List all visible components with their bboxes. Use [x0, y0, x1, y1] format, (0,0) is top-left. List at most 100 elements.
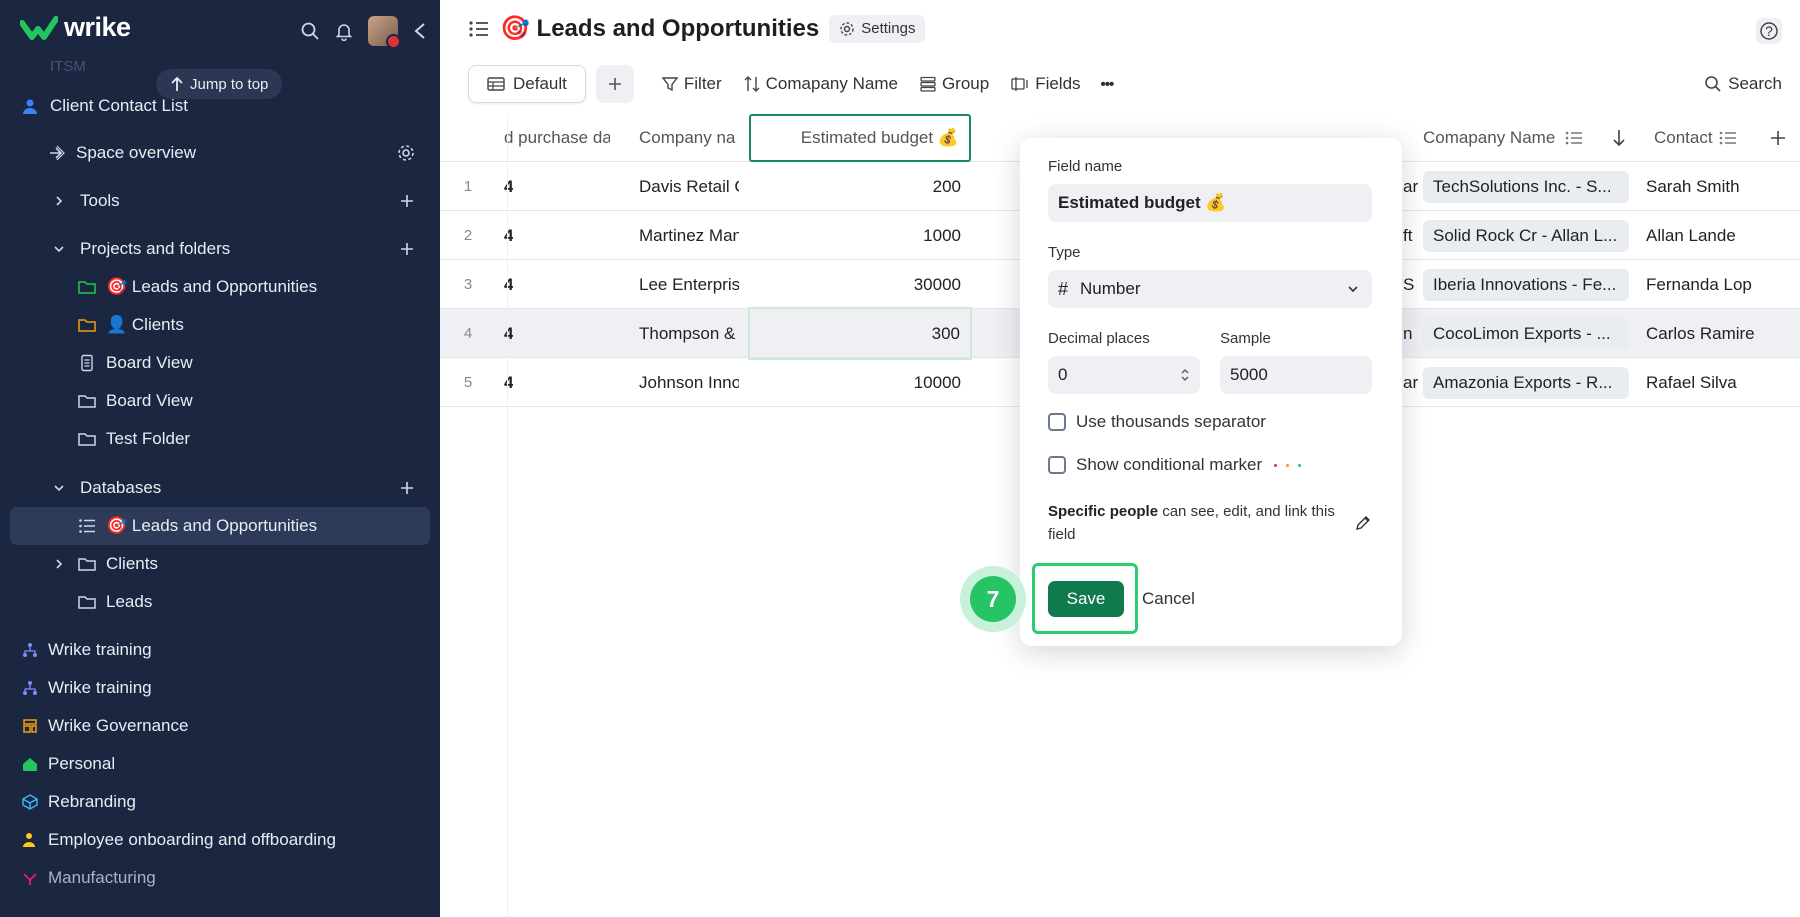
default-view-button[interactable]: Default [468, 65, 586, 103]
sidebar-project-leads[interactable]: 🎯 Leads and Opportunities [78, 268, 317, 306]
save-button[interactable]: Save [1048, 581, 1124, 617]
header-purchase-date[interactable]: d purchase dat [504, 114, 610, 162]
sidebar-space-rebranding[interactable]: Rebranding [22, 783, 136, 821]
thousands-separator-checkbox[interactable]: Use thousands separator [1048, 412, 1266, 432]
add-icon[interactable] [400, 481, 414, 495]
budget-cell[interactable]: 10000 [749, 358, 961, 407]
add-view-button[interactable] [595, 65, 634, 103]
field-name-input[interactable]: Estimated budget 💰 [1048, 184, 1372, 222]
sidebar-space-client-contact-list[interactable]: Client Contact List [22, 87, 188, 125]
sidebar-space-wrike-training-1[interactable]: Wrike training [22, 631, 152, 669]
company-ref-chip[interactable]: Amazonia Exports - R... [1423, 366, 1629, 399]
company-ref-chip[interactable]: Solid Rock Cr - Allan L... [1423, 219, 1629, 252]
company-cell[interactable]: Lee Enterprise [639, 260, 739, 309]
wrike-logo[interactable]: wrike [20, 12, 131, 43]
group-icon [920, 76, 936, 92]
permission-note: Specific people can see, edit, and link … [1048, 500, 1348, 546]
thousands-separator-label: Use thousands separator [1076, 412, 1266, 431]
pencil-icon[interactable] [1354, 514, 1372, 532]
help-button[interactable]: ? [1756, 18, 1782, 44]
header-company-name[interactable]: Company na [639, 114, 739, 162]
sidebar-item-tools[interactable]: Tools [52, 182, 440, 220]
company-ref-cell[interactable]: TechSolutions Inc. - S... [1423, 162, 1629, 211]
contact-cell[interactable]: Carlos Ramire [1646, 309, 1796, 358]
company-ref-chip[interactable]: TechSolutions Inc. - S... [1423, 170, 1629, 203]
company-ref-cell[interactable]: Iberia Innovations - Fe... [1423, 260, 1629, 309]
sidebar-database-clients[interactable]: Clients [52, 545, 158, 583]
sidebar-space-employee-onboarding[interactable]: Employee onboarding and offboarding [22, 821, 336, 859]
sidebar-item-projects-and-folders[interactable]: Projects and folders [52, 230, 440, 268]
company-ref-chip[interactable]: CocoLimon Exports - ... [1423, 317, 1629, 350]
sidebar-project-board-view-2[interactable]: Board View [78, 382, 193, 420]
gear-icon[interactable] [396, 143, 416, 163]
conditional-marker-checkbox[interactable]: Show conditional marker [1048, 455, 1302, 475]
sort-button[interactable]: Comapany Name [744, 74, 898, 94]
project-item-label: Board View [106, 353, 193, 372]
company-cell[interactable]: Martinez Man [639, 211, 739, 260]
group-button[interactable]: Group [920, 74, 989, 94]
sidebar-project-board-view-1[interactable]: Board View [78, 344, 193, 382]
settings-button[interactable]: Settings [829, 14, 926, 43]
sidebar-project-test-folder[interactable]: Test Folder [78, 420, 190, 458]
search-icon[interactable] [300, 21, 320, 41]
sidebar-item-databases[interactable]: Databases [52, 469, 440, 507]
budget-cell[interactable]: 200 [749, 162, 961, 211]
company-cell[interactable]: Davis Retail G [639, 162, 739, 211]
sidebar-space-personal[interactable]: Personal [22, 745, 115, 783]
project-item-label: Test Folder [106, 429, 191, 448]
chevron-right-icon [56, 196, 63, 206]
space-label: Wrike Governance [48, 716, 189, 735]
sample-field: 5000 [1220, 356, 1372, 394]
header-contact[interactable]: Contact [1654, 114, 1746, 162]
company-cell[interactable]: Thompson & ( [639, 309, 739, 358]
sidebar-database-leads[interactable]: Leads [78, 583, 152, 621]
decimal-places-stepper[interactable]: 0 [1048, 356, 1200, 394]
company-ref-cell[interactable]: Solid Rock Cr - Allan L... [1423, 211, 1629, 260]
more-options-button[interactable]: ••• [1101, 76, 1115, 93]
space-label: Wrike training [48, 678, 152, 697]
sidebar-project-clients[interactable]: 👤 Clients [78, 306, 184, 344]
company-ref-cell[interactable]: CocoLimon Exports - ... [1423, 309, 1629, 358]
company-ref-chip[interactable]: Iberia Innovations - Fe... [1423, 268, 1629, 301]
settings-label: Settings [861, 20, 916, 37]
filter-button[interactable]: Filter [661, 74, 722, 94]
budget-cell[interactable]: 1000 [749, 211, 961, 260]
sidebar: wrike ITSM Jump to top Client Contact Li… [0, 0, 440, 917]
project-item-label: Board View [106, 391, 193, 410]
add-column-button[interactable] [1770, 114, 1794, 162]
plus-icon [1771, 131, 1785, 145]
add-icon[interactable] [400, 194, 414, 208]
user-avatar[interactable] [368, 16, 401, 49]
sidebar-space-manufacturing[interactable]: Manufacturing [22, 859, 156, 897]
arrow-down-icon [1613, 130, 1625, 147]
header-comapany-name-ref[interactable]: Comapany Name [1423, 114, 1585, 162]
contact-cell[interactable]: Sarah Smith [1646, 162, 1796, 211]
chevron-down-icon [54, 246, 64, 253]
collapse-sidebar-icon[interactable] [412, 21, 428, 41]
sidebar-space-wrike-training-2[interactable]: Wrike training [22, 669, 152, 707]
stepper-arrows-icon[interactable] [1180, 367, 1190, 383]
add-icon[interactable] [400, 242, 414, 256]
search-button[interactable]: Search [1704, 74, 1782, 94]
checkbox-box[interactable] [1048, 456, 1066, 474]
sidebar-item-space-overview[interactable]: Space overview [48, 134, 440, 172]
company-cell[interactable]: Johnson Inno [639, 358, 739, 407]
manufacturing-icon [23, 873, 37, 885]
space-overview-icon [50, 145, 65, 161]
tools-label: Tools [80, 191, 120, 210]
contact-cell[interactable]: Rafael Silva [1646, 358, 1796, 407]
checkbox-box[interactable] [1048, 413, 1066, 431]
cancel-button[interactable]: Cancel [1142, 581, 1195, 617]
budget-cell[interactable]: 30000 [749, 260, 961, 309]
bell-icon[interactable] [334, 21, 354, 41]
sort-desc-indicator[interactable] [1612, 114, 1632, 162]
type-select[interactable]: # Number [1048, 270, 1372, 308]
sidebar-database-leads-active[interactable]: 🎯 Leads and Opportunities [78, 507, 317, 545]
company-ref-cell[interactable]: Amazonia Exports - R... [1423, 358, 1629, 407]
budget-cell[interactable]: 300 [748, 307, 972, 360]
sidebar-space-wrike-governance[interactable]: Wrike Governance [22, 707, 188, 745]
header-estimated-budget[interactable]: Estimated budget 💰 [749, 114, 971, 162]
contact-cell[interactable]: Fernanda Lop [1646, 260, 1796, 309]
fields-button[interactable]: Fields [1011, 74, 1081, 94]
contact-cell[interactable]: Allan Lande [1646, 211, 1796, 260]
